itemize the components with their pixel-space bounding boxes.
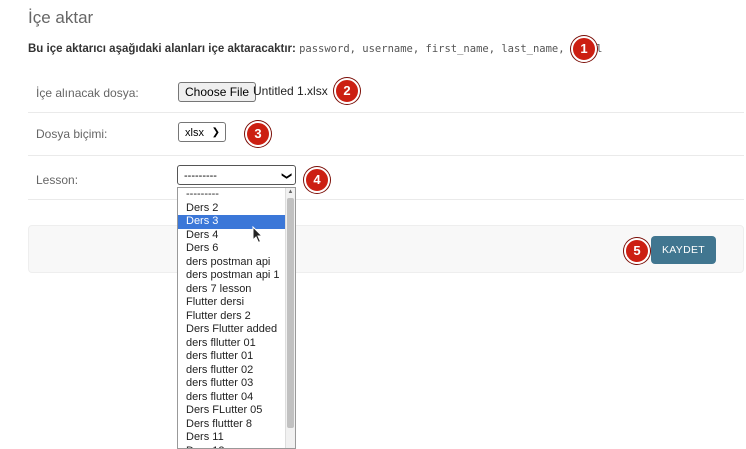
lesson-option[interactable]: ders fllutter 01 bbox=[178, 337, 286, 351]
lesson-option[interactable]: ders flutter 03 bbox=[178, 377, 286, 391]
lesson-select-value: --------- bbox=[184, 170, 217, 182]
lesson-option[interactable]: Ders 12 bbox=[178, 445, 286, 449]
dropdown-scrollbar[interactable]: ▲ bbox=[285, 188, 295, 448]
intro-fields: password, username, first_name, last_nam… bbox=[299, 43, 603, 55]
format-row: Dosya biçimi: xlsx ❯ bbox=[28, 112, 744, 156]
file-name: Untitled 1.xlsx bbox=[253, 84, 328, 98]
lesson-dropdown-list[interactable]: --------- Ders 2 Ders 3 Ders 4 Ders 6 ders po… bbox=[177, 187, 296, 449]
lesson-label: Lesson: bbox=[36, 173, 79, 187]
lesson-option[interactable]: ders postman api bbox=[178, 256, 286, 270]
annotation-badge-4: 4 bbox=[304, 167, 330, 193]
scroll-up-icon[interactable]: ▲ bbox=[286, 188, 295, 196]
scrollbar-thumb[interactable] bbox=[287, 198, 294, 428]
chevron-down-icon: ❯ bbox=[280, 171, 292, 181]
lesson-option[interactable]: Ders 3 bbox=[178, 215, 286, 229]
save-button[interactable]: KAYDET bbox=[651, 236, 716, 264]
lesson-option[interactable]: Ders 2 bbox=[178, 202, 286, 216]
chevron-down-icon: ❯ bbox=[211, 127, 220, 138]
lesson-option[interactable]: Ders 4 bbox=[178, 229, 286, 243]
format-select-value: xlsx bbox=[185, 127, 204, 139]
annotation-badge-2: 2 bbox=[334, 78, 360, 104]
lesson-option[interactable]: Ders 11 bbox=[178, 431, 286, 445]
lesson-option[interactable]: ders 7 lesson bbox=[178, 283, 286, 297]
lesson-row: Lesson: --------- ❯ bbox=[28, 155, 744, 200]
lesson-option[interactable]: ders flutter 02 bbox=[178, 364, 286, 378]
format-select[interactable]: xlsx ❯ bbox=[178, 122, 226, 142]
annotation-badge-1: 1 bbox=[571, 36, 597, 62]
page-title: İçe aktar bbox=[28, 8, 94, 27]
annotation-badge-5: 5 bbox=[624, 238, 650, 264]
lesson-option[interactable]: Flutter dersi bbox=[178, 296, 286, 310]
annotation-badge-3: 3 bbox=[245, 121, 271, 147]
lesson-option[interactable]: Ders Flutter added bbox=[178, 323, 286, 337]
file-label: İçe alınacak dosya: bbox=[36, 86, 139, 100]
lesson-select[interactable]: --------- ❯ bbox=[177, 165, 296, 185]
lesson-option[interactable]: --------- bbox=[178, 188, 286, 202]
lesson-option[interactable]: Ders 6 bbox=[178, 242, 286, 256]
lesson-option[interactable]: Ders fluttter 8 bbox=[178, 418, 286, 432]
file-row: İçe alınacak dosya: Choose File Untitled… bbox=[28, 68, 744, 113]
intro-label: Bu içe aktarıcı aşağıdaki alanları içe a… bbox=[28, 43, 296, 55]
lesson-option[interactable]: Flutter ders 2 bbox=[178, 310, 286, 324]
mouse-cursor-icon bbox=[252, 226, 264, 244]
intro-text: Bu içe aktarıcı aşağıdaki alanları içe a… bbox=[28, 43, 603, 55]
lesson-option[interactable]: ders flutter 01 bbox=[178, 350, 286, 364]
choose-file-button[interactable]: Choose File bbox=[178, 82, 257, 102]
lesson-option[interactable]: ders flutter 04 bbox=[178, 391, 286, 405]
lesson-option[interactable]: ders postman api 1 bbox=[178, 269, 286, 283]
lesson-option[interactable]: Ders FLutter 05 bbox=[178, 404, 286, 418]
format-label: Dosya biçimi: bbox=[36, 127, 108, 141]
